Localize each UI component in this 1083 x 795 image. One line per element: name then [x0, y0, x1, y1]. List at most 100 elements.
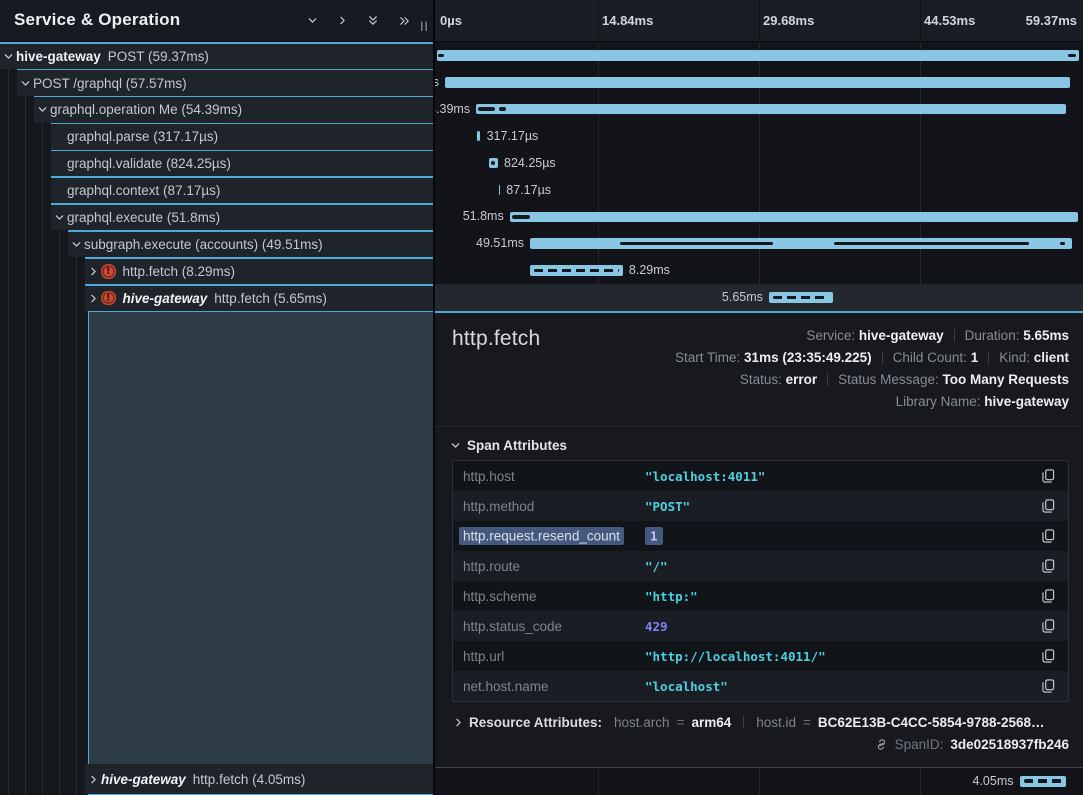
attribute-row[interactable]: net.host.name"localhost" [453, 671, 1068, 701]
span-bar[interactable] [499, 185, 501, 196]
span-bar[interactable] [476, 104, 1066, 115]
tree-row[interactable]: graphql.operation Me (54.39ms) [0, 96, 433, 123]
indent-guide [25, 203, 26, 230]
indent-guide [8, 150, 9, 177]
indent-guide [59, 257, 60, 284]
chevron-right-icon[interactable] [337, 14, 348, 27]
indent-guide [42, 257, 43, 284]
bar-segment [1068, 54, 1076, 58]
panel-resize-handle[interactable]: || [420, 21, 429, 32]
copy-icon[interactable] [1042, 649, 1055, 663]
chevron-right-icon[interactable] [85, 293, 101, 304]
tree-row[interactable]: graphql.execute (51.8ms) [0, 203, 433, 230]
tree-row[interactable]: POST /graphql (57.57ms) [0, 69, 433, 96]
service-name: hive-gateway [16, 49, 101, 64]
span-label: http.fetch (4.05ms) [193, 772, 306, 787]
indent-guide [25, 176, 26, 203]
attribute-row[interactable]: http.host"localhost:4011" [453, 461, 1068, 491]
span-label: http.fetch (8.29ms) [123, 264, 236, 279]
attribute-row[interactable]: http.scheme"http:" [453, 581, 1068, 611]
copy-icon[interactable] [1042, 589, 1055, 603]
copy-icon[interactable] [1042, 499, 1055, 513]
span-label: graphql.context (87.17µs) [67, 183, 220, 198]
service-name: hive-gateway [101, 772, 186, 787]
link-icon[interactable] [875, 738, 888, 751]
chevron-down-icon[interactable] [68, 239, 84, 250]
chevron-down-icon[interactable] [51, 212, 67, 223]
tree-row[interactable]: graphql.validate (824.25µs) [0, 150, 433, 177]
chevron-down-icon[interactable] [0, 51, 16, 62]
span-bar[interactable] [530, 238, 1072, 249]
bar-segment [478, 107, 494, 111]
chevron-right-icon[interactable] [85, 774, 101, 785]
double-chevron-down-icon[interactable] [367, 14, 379, 27]
double-chevron-right-icon[interactable] [398, 14, 411, 27]
meta-value: error [786, 372, 818, 387]
copy-icon[interactable] [1042, 619, 1055, 633]
span-bar[interactable] [477, 131, 480, 142]
panel-title: Service & Operation [14, 10, 180, 30]
attribute-key: http.status_code [463, 619, 645, 634]
duration-label: 824.25µs [504, 150, 556, 177]
chevron-down-icon[interactable] [34, 104, 50, 115]
tree-row[interactable]: subgraph.execute (accounts) (49.51ms) [0, 230, 433, 257]
span-bar[interactable] [445, 77, 1070, 88]
span-bar[interactable] [769, 292, 833, 303]
meta-line: Status: errorStatus Message: Too Many Re… [675, 369, 1069, 391]
indent-guide [42, 150, 43, 177]
timeline-row[interactable]: 5.65ms [435, 284, 1083, 311]
indent-guide [76, 284, 77, 311]
tree-row[interactable]: hive-gateway http.fetch (4.05ms) [0, 764, 433, 795]
indent-guide [25, 150, 26, 177]
resource-attributes-title: Resource Attributes: [469, 715, 602, 730]
span-bar[interactable] [1020, 776, 1067, 787]
duration-label: 317.17µs [487, 123, 539, 150]
tree-row[interactable]: graphql.parse (317.17µs) [0, 123, 433, 150]
span-label: graphql.parse (317.17µs) [67, 129, 218, 144]
span-bar[interactable] [510, 212, 1078, 223]
indent-guide [42, 230, 43, 257]
gridline [598, 0, 599, 41]
copy-icon[interactable] [1042, 529, 1055, 543]
attribute-row[interactable]: http.request.resend_count1 [453, 521, 1068, 551]
meta-value: 5.65ms [1023, 328, 1069, 343]
attribute-value: "http:" [645, 589, 1032, 604]
indent-guide [76, 764, 77, 795]
attribute-value: "POST" [645, 499, 1032, 514]
attribute-key: http.route [463, 559, 645, 574]
bottom-timeline-row: 4.05ms [435, 767, 1083, 795]
tree-row[interactable]: hive-gatewayPOST (59.37ms) [0, 42, 433, 69]
attribute-row[interactable]: http.route"/" [453, 551, 1068, 581]
indent-guide [8, 123, 9, 150]
span-bar[interactable] [437, 50, 1079, 61]
span-attributes-section-header[interactable]: Span Attributes [450, 438, 1083, 453]
axis-tick-label: 0µs [440, 0, 462, 41]
copy-icon[interactable] [1042, 559, 1055, 573]
meta-line: Library Name: hive-gateway [675, 391, 1069, 413]
attribute-row[interactable]: http.status_code429 [453, 611, 1068, 641]
collapse-chevron-down-icon[interactable] [307, 14, 318, 27]
attribute-key: http.request.resend_count [463, 529, 645, 544]
attribute-key: http.host [463, 469, 645, 484]
span-bar[interactable] [489, 158, 498, 169]
meta-value: Too Many Requests [942, 372, 1069, 387]
error-icon: ! [101, 264, 116, 279]
span-tree-panel: Service & Operation || hive-gatewayPOST … [0, 0, 433, 795]
indent-guide [42, 311, 43, 764]
attribute-row[interactable]: http.method"POST" [453, 491, 1068, 521]
chevron-right-icon[interactable] [85, 266, 101, 277]
copy-icon[interactable] [1042, 469, 1055, 483]
resource-attributes-row[interactable]: Resource Attributes:host.arch=arm64host.… [450, 715, 1069, 730]
tree-row[interactable]: !hive-gatewayhttp.fetch (5.65ms) [0, 284, 433, 311]
chevron-down-icon[interactable] [17, 78, 33, 89]
tree-row[interactable]: ! http.fetch (8.29ms) [0, 257, 433, 284]
tree-row[interactable]: graphql.context (87.17µs) [0, 176, 433, 203]
bar-dash-pattern [534, 269, 619, 273]
attribute-row[interactable]: http.url"http://localhost:4011/" [453, 641, 1068, 671]
bar-segment [620, 242, 773, 246]
indent-guide [59, 764, 60, 795]
chevron-right-icon[interactable] [450, 717, 466, 728]
span-bar[interactable] [530, 265, 623, 276]
copy-icon[interactable] [1042, 679, 1055, 693]
meta-value: client [1034, 350, 1069, 365]
